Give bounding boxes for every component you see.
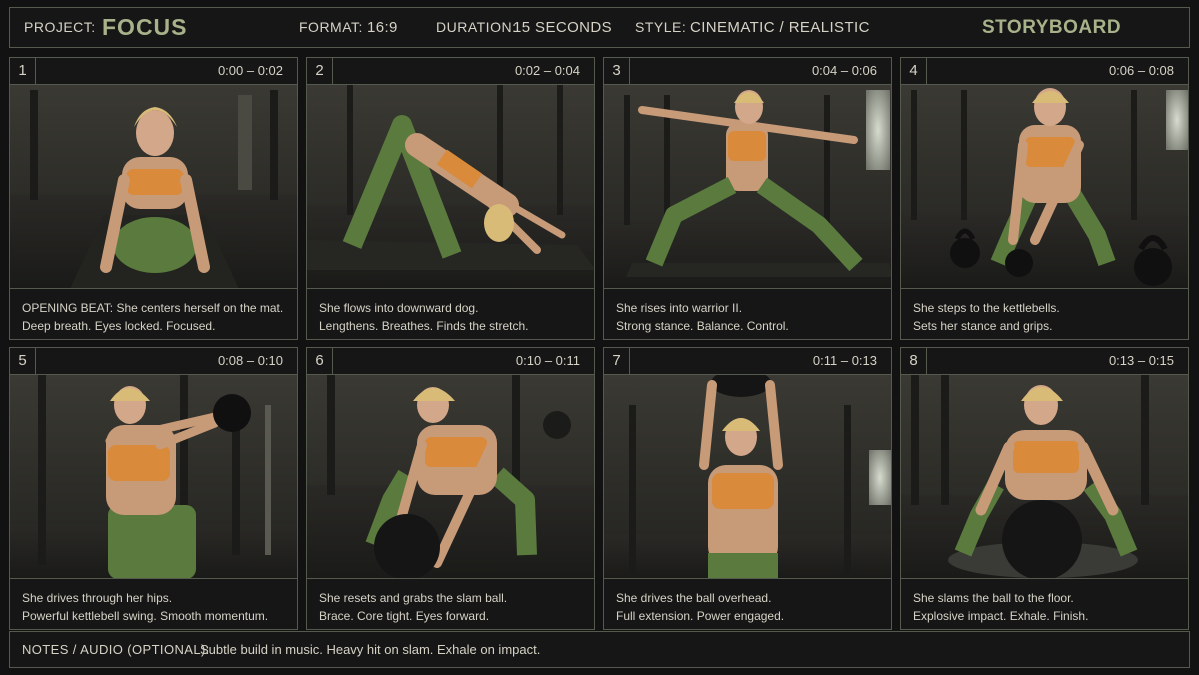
notes-audio-bar: NOTES / AUDIO (OPTIONAL): Subtle build i… — [9, 631, 1190, 668]
panel-number: 6 — [307, 348, 333, 374]
storyboard-panel-7: 7 0:11 – 0:13 She drives the ball overhe… — [603, 347, 892, 630]
panel-timecode: 0:10 – 0:11 — [515, 353, 580, 368]
panel-timecode: 0:08 – 0:10 — [217, 353, 283, 368]
panel-caption-line: OPENING BEAT: She centers herself on the… — [22, 301, 284, 315]
panel-image — [307, 85, 594, 289]
panel-number: 3 — [604, 58, 630, 84]
project-title: FOCUS — [102, 14, 188, 40]
notes-label: NOTES / AUDIO (OPTIONAL): — [22, 642, 210, 657]
format-value: 16:9 — [367, 19, 398, 36]
panel-image — [604, 85, 891, 289]
storyboard-panel-6: 6 0:10 – 0:11 She resets and grabs the s… — [306, 347, 595, 630]
panel-number: 7 — [604, 348, 630, 374]
panel-caption-line: She drives through her hips. — [22, 591, 173, 605]
panel-caption-line: Lengthens. Breathes. Finds the stretch. — [319, 319, 529, 333]
panel-caption-line: She resets and grabs the slam ball. — [319, 591, 508, 605]
notes-text: Subtle build in music. Heavy hit on slam… — [200, 642, 541, 657]
storyboard-panel-1: 1 0:00 – 0:02 OPENING BEAT: She centers … — [9, 57, 298, 340]
panel-caption-line: She drives the ball overhead. — [616, 591, 772, 605]
panel-number: 1 — [10, 58, 36, 84]
panel-image — [901, 375, 1188, 579]
storyboard-header: PROJECT: FOCUS FORMAT: 16:9 DURATION: 15… — [9, 7, 1190, 48]
panel-caption-line: She steps to the kettlebells. — [913, 301, 1060, 315]
panel-caption-line: Strong stance. Balance. Control. — [616, 319, 789, 333]
panel-timecode: 0:13 – 0:15 — [1108, 353, 1174, 368]
panel-number: 4 — [901, 58, 927, 84]
panel-timecode: 0:02 – 0:04 — [514, 63, 580, 78]
storyboard-panel-2: 2 0:02 – 0:04 She flows into downward do… — [306, 57, 595, 340]
panel-caption-line: Explosive impact. Exhale. Finish. — [913, 609, 1089, 623]
panel-caption-line: Sets her stance and grips. — [913, 319, 1053, 333]
style-value: CINEMATIC / REALISTIC — [690, 19, 870, 36]
panel-caption-line: She flows into downward dog. — [319, 301, 479, 315]
panel-image — [307, 375, 594, 579]
panel-caption-line: Full extension. Power engaged. — [616, 609, 785, 623]
panel-caption-line: She slams the ball to the floor. — [913, 591, 1074, 605]
storyboard-panel-8: 8 0:13 – 0:15 She slams the ball to the … — [900, 347, 1189, 630]
panel-number: 2 — [307, 58, 333, 84]
panel-caption-line: Deep breath. Eyes locked. Focused. — [22, 319, 216, 333]
storyboard-title: STORYBOARD — [982, 17, 1122, 38]
panel-caption-line: She rises into warrior II. — [616, 301, 743, 315]
storyboard-panel-3: 3 0:04 – 0:06 She rises into warrior II.… — [603, 57, 892, 340]
panel-number: 5 — [10, 348, 36, 374]
panel-timecode: 0:11 – 0:13 — [812, 353, 877, 368]
panel-number: 8 — [901, 348, 927, 374]
duration-value: 15 SECONDS — [513, 19, 613, 36]
panel-image — [604, 375, 891, 579]
panel-timecode: 0:04 – 0:06 — [811, 63, 877, 78]
panel-image — [10, 375, 297, 579]
storyboard-panel-5: 5 0:08 – 0:10 She drives through her hip… — [9, 347, 298, 630]
panel-timecode: 0:06 – 0:08 — [1108, 63, 1174, 78]
panel-timecode: 0:00 – 0:02 — [217, 63, 283, 78]
panel-image — [901, 85, 1188, 289]
style-label: STYLE: — [635, 19, 687, 35]
project-label: PROJECT: — [24, 19, 96, 35]
storyboard-panel-4: 4 0:06 – 0:08 She steps to the kettlebel… — [900, 57, 1189, 340]
format-label: FORMAT: — [299, 19, 363, 35]
panel-caption-line: Powerful kettlebell swing. Smooth moment… — [22, 609, 269, 623]
panel-image — [10, 85, 297, 289]
duration-label: DURATION: — [436, 19, 517, 35]
panel-caption-line: Brace. Core tight. Eyes forward. — [319, 609, 490, 623]
